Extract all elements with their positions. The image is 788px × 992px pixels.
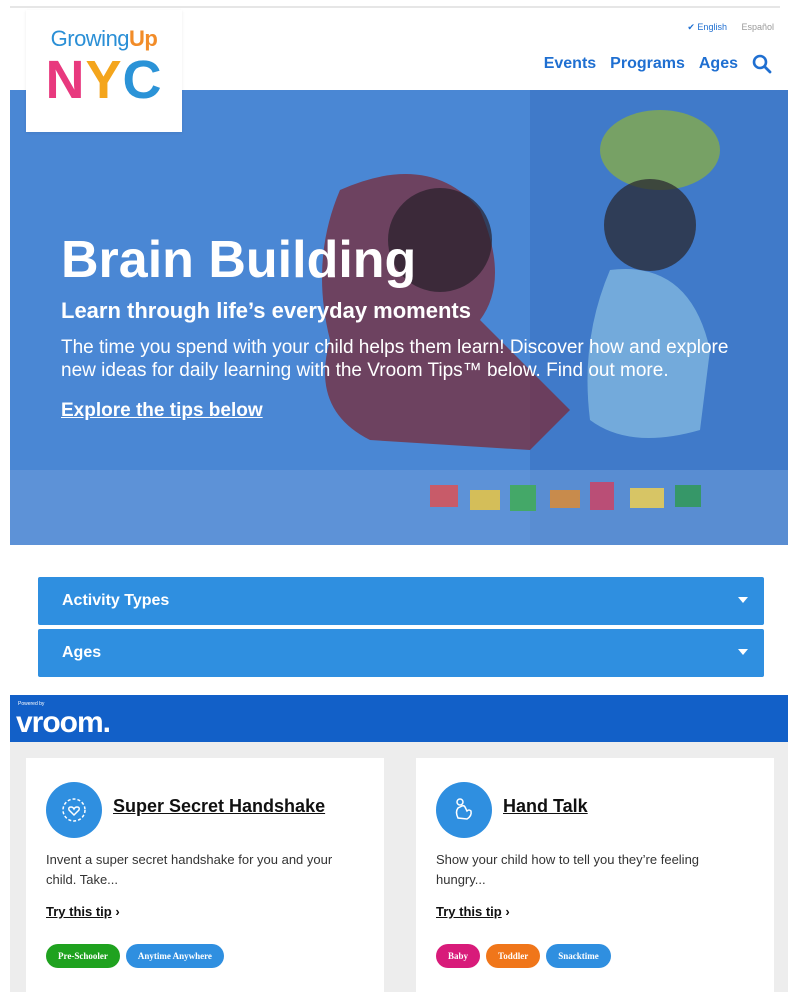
growing-up-nyc-logo[interactable]: GrowingUp NYC <box>26 10 182 132</box>
language-english-link[interactable]: ✔ English <box>687 22 727 32</box>
hero-title: Brain Building <box>61 231 417 289</box>
hand-talk-icon <box>436 782 492 838</box>
tag-badge[interactable]: Anytime Anywhere <box>125 944 224 968</box>
hero-description: The time you spend with your child helps… <box>61 337 729 381</box>
logo-nyc: NYC <box>45 50 163 110</box>
try-this-tip-link[interactable]: Try this tip › <box>436 904 510 919</box>
tag-badge[interactable]: Toddler <box>486 944 541 968</box>
language-espanol-link[interactable]: Español <box>741 22 774 32</box>
tip-card: Hand Talk Show your child how to tell yo… <box>416 758 774 992</box>
tip-title-link[interactable]: Hand Talk <box>503 796 588 817</box>
tip-tags: Baby Toddler Snacktime <box>436 944 611 968</box>
tag-badge[interactable]: Baby <box>436 944 481 968</box>
tip-title-link[interactable]: Super Secret Handshake <box>113 796 325 817</box>
tip-card: Super Secret Handshake Invent a super se… <box>26 758 384 992</box>
chevron-down-icon <box>738 597 748 603</box>
nav-programs-link[interactable]: Programs <box>610 55 685 73</box>
tip-description: Invent a super secret handshake for you … <box>46 852 333 887</box>
explore-tips-link[interactable]: Explore the tips below <box>61 400 263 422</box>
tip-tags: Pre-Schooler Anytime Anywhere <box>46 944 224 968</box>
nav-events-link[interactable]: Events <box>544 55 596 73</box>
main-nav: Events Programs Ages <box>544 54 772 74</box>
tag-badge[interactable]: Snacktime <box>546 944 611 968</box>
ages-label: Ages <box>62 644 102 661</box>
chevron-down-icon <box>738 649 748 655</box>
hero-text: Brain Building Learn through life’s ever… <box>61 230 751 422</box>
activity-types-label: Activity Types <box>62 592 170 609</box>
tip-description: Show your child how to tell you they’re … <box>436 852 700 887</box>
tag-badge[interactable]: Pre-Schooler <box>46 944 120 968</box>
hero-subtitle: Learn through life’s everyday moments <box>61 298 471 323</box>
find-out-more-link[interactable]: Find out more <box>546 360 663 381</box>
nav-ages-link[interactable]: Ages <box>699 55 738 73</box>
hero-banner: Brain Building Learn through life’s ever… <box>10 90 788 545</box>
search-icon[interactable] <box>752 54 772 74</box>
vroom-banner: Powered by vroom. <box>10 695 788 742</box>
try-this-tip-link[interactable]: Try this tip › <box>46 904 120 919</box>
language-switcher: ✔ English Español <box>687 22 774 33</box>
ages-dropdown[interactable]: Ages <box>38 629 764 677</box>
vroom-logo: vroom. <box>16 706 111 739</box>
activity-types-dropdown[interactable]: Activity Types <box>38 577 764 625</box>
handshake-icon <box>46 782 102 838</box>
logo-wordmark: GrowingUp <box>50 26 158 51</box>
